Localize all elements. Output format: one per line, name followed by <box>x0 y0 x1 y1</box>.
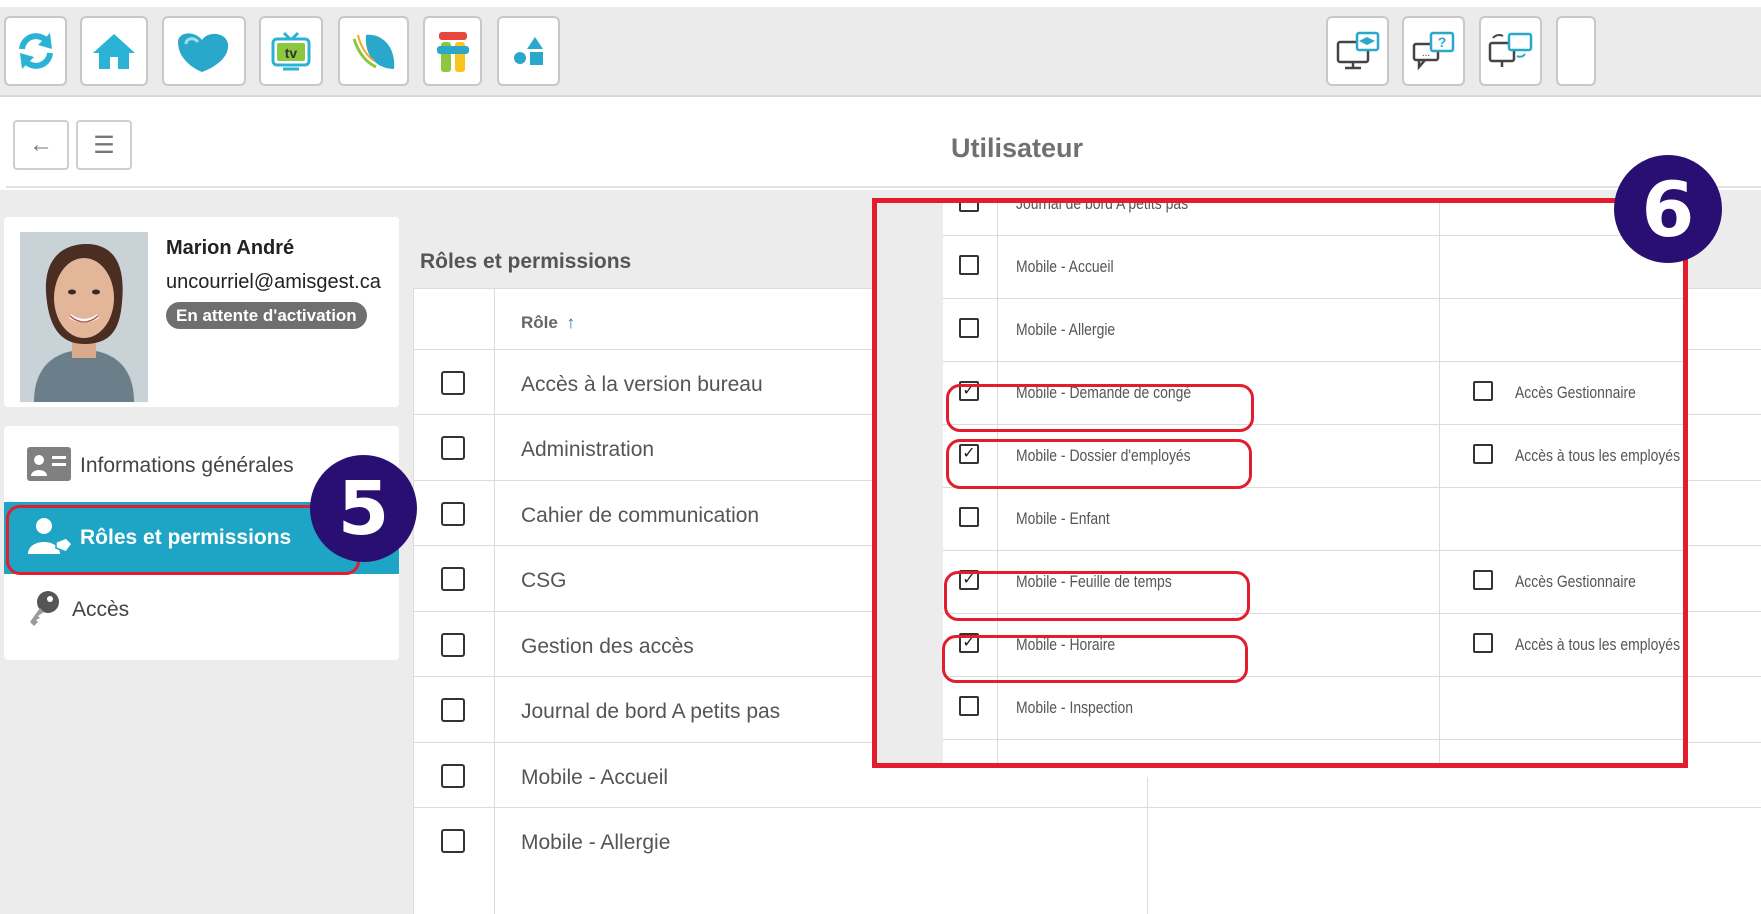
role-checkbox[interactable] <box>441 829 465 853</box>
role-label: CSG <box>521 569 567 592</box>
user-email: uncourriel@amisgest.ca <box>166 271 381 293</box>
refresh-icon <box>18 33 53 69</box>
role-checkbox[interactable] <box>441 764 465 788</box>
sidebar-item-label: Accès <box>72 598 130 621</box>
shapes-icon <box>513 37 543 65</box>
callout-number-5: 5 <box>310 455 417 562</box>
home-icon <box>93 34 135 69</box>
role-label: Administration <box>521 438 655 461</box>
top-toolbar: tv ... ? <box>0 7 1761 97</box>
status-badge: En attente d'activation <box>166 302 367 329</box>
tv-icon: tv <box>271 31 311 71</box>
callout-highlight-horaire <box>942 635 1248 683</box>
callout-highlight-demande-conge <box>946 384 1254 432</box>
svg-text:...: ... <box>1421 48 1429 59</box>
profile-card: Marion André uncourriel@amisgest.ca En a… <box>4 217 399 407</box>
heart-cloud-button[interactable] <box>162 16 246 86</box>
role-label: Journal de bord A petits pas <box>521 700 781 723</box>
role-checkbox[interactable] <box>441 371 465 395</box>
remote-support-button[interactable] <box>1479 16 1542 86</box>
heart-cloud-icon <box>178 33 229 72</box>
role-label: Mobile - Accueil <box>521 766 669 789</box>
training-button[interactable] <box>1326 16 1389 86</box>
help-chat-icon: ... ? <box>1412 31 1454 71</box>
app-page: tv ... ? ← ☰ Utilisateur Marion André un… <box>0 0 1761 914</box>
page-header: ← ☰ Utilisateur <box>6 108 1761 188</box>
role-label: Gestion des accès <box>521 635 694 658</box>
role-checkbox[interactable] <box>441 698 465 722</box>
role-checkbox[interactable] <box>441 436 465 460</box>
callout-number-6: 6 <box>1614 155 1722 263</box>
back-arrow-icon: ← <box>29 131 53 158</box>
refresh-button[interactable] <box>4 16 67 86</box>
role-label: Accès à la version bureau <box>521 373 763 396</box>
section-title: Rôles et permissions <box>420 250 632 273</box>
sidebar-item-acces[interactable]: Accès <box>4 574 399 646</box>
role-label: Mobile - Allergie <box>521 831 671 854</box>
leaf-button[interactable] <box>338 16 409 86</box>
home-button[interactable] <box>80 16 148 86</box>
role-checkbox[interactable] <box>441 502 465 526</box>
character-button[interactable] <box>423 16 482 86</box>
hamburger-icon: ☰ <box>93 131 115 159</box>
back-button[interactable]: ← <box>13 120 69 170</box>
help-button[interactable]: ... ? <box>1402 16 1465 86</box>
svg-text:tv: tv <box>285 45 298 61</box>
role-checkbox[interactable] <box>441 633 465 657</box>
monitor-graduation-icon <box>1336 31 1379 70</box>
role-label: Cahier de communication <box>521 504 760 527</box>
key-icon <box>26 588 62 633</box>
svg-text:?: ? <box>1437 34 1446 50</box>
menu-button[interactable]: ☰ <box>76 120 132 170</box>
shapes-button[interactable] <box>497 16 560 86</box>
table-row: Mobile - Allergie <box>414 807 1761 879</box>
user-name: Marion André <box>166 237 295 259</box>
tv-button[interactable]: tv <box>259 16 323 86</box>
id-card-icon <box>26 446 72 487</box>
column-header-role[interactable]: Rôle ↑ <box>521 313 575 333</box>
role-checkbox[interactable] <box>441 567 465 591</box>
callout-highlight-roles-nav <box>6 505 360 575</box>
character-icon <box>436 32 469 72</box>
sidebar-item-label: Informations générales <box>80 454 294 477</box>
callout-highlight-dossier-employes <box>946 439 1252 489</box>
callout-highlight-feuille-temps <box>944 571 1250 621</box>
monitor-sync-icon <box>1488 32 1532 67</box>
page-title: Utilisateur <box>951 133 1084 163</box>
leaf-icon <box>352 34 394 69</box>
more-toolbar-button[interactable] <box>1556 16 1596 86</box>
avatar <box>20 232 148 402</box>
sort-arrow-icon: ↑ <box>566 313 576 332</box>
